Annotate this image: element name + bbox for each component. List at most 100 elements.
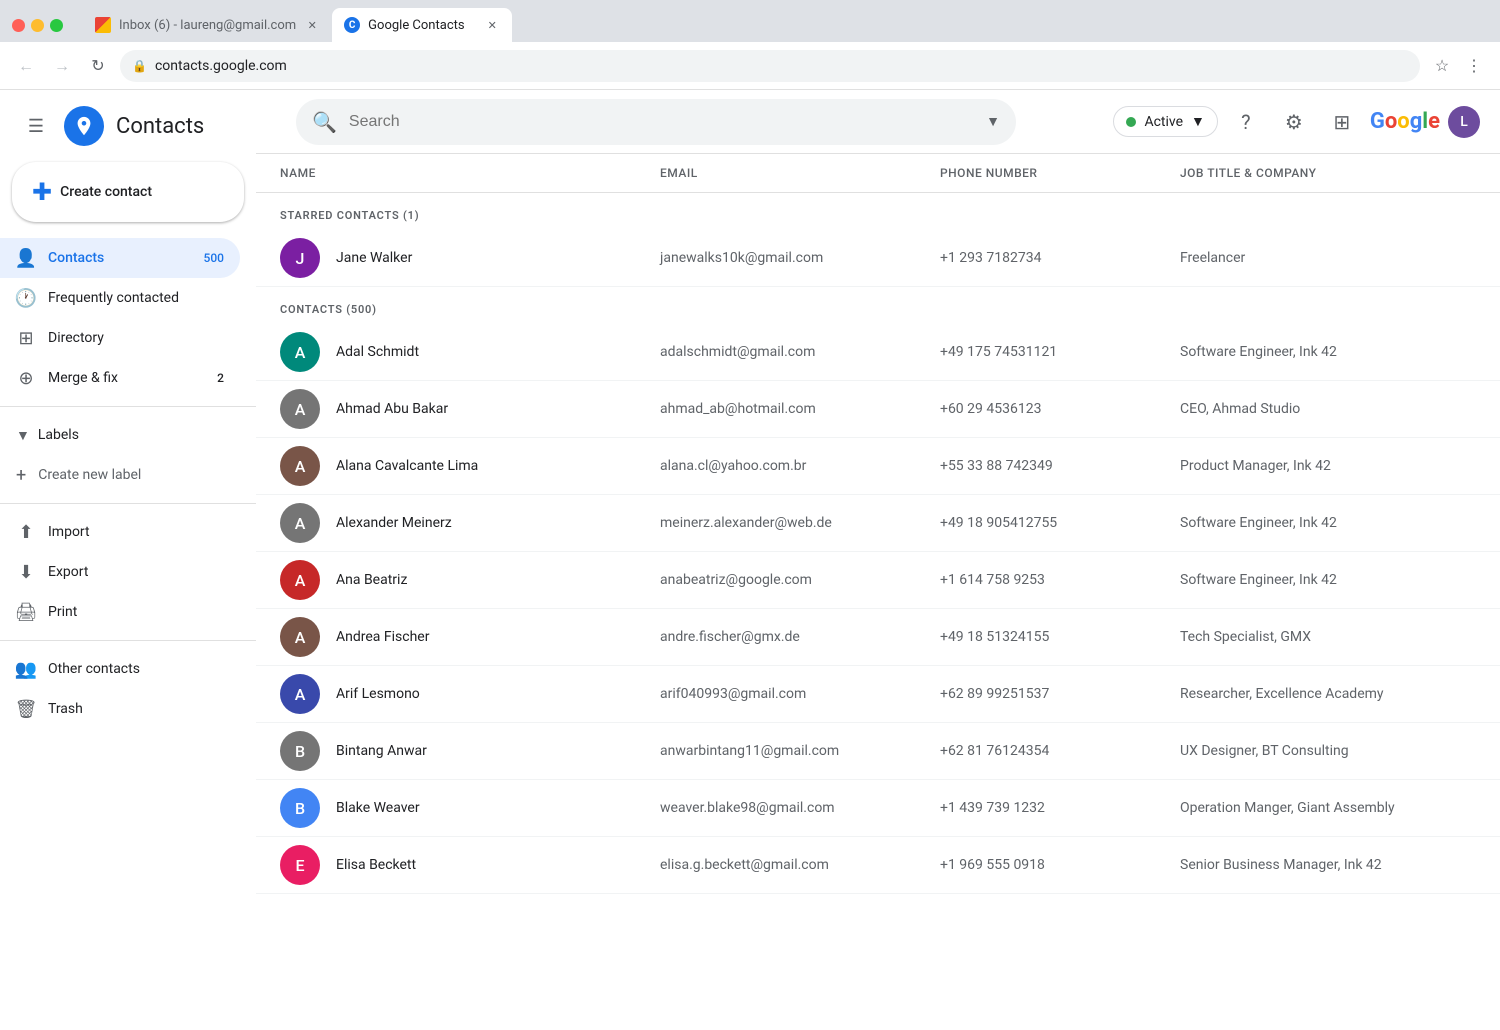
back-button[interactable]: ← <box>12 52 40 80</box>
apps-button[interactable]: ⊞ <box>1322 102 1362 142</box>
sidebar-contacts-label: Contacts <box>48 250 104 266</box>
create-contact-button[interactable]: ✚ Create contact <box>12 162 244 222</box>
app-logo <box>64 106 104 146</box>
contact-name: Andrea Fischer <box>336 629 429 645</box>
contact-phone: +62 81 76124354 <box>940 743 1180 759</box>
tab-contacts-close[interactable]: ✕ <box>484 17 500 33</box>
help-button[interactable]: ? <box>1226 102 1266 142</box>
contact-name-cell: A Adal Schmidt <box>280 332 660 372</box>
user-avatar[interactable]: L <box>1448 106 1480 138</box>
contact-row[interactable]: A Ana Beatriz anabeatriz@google.com +1 6… <box>256 552 1500 609</box>
contact-row[interactable]: A Alana Cavalcante Lima alana.cl@yahoo.c… <box>256 438 1500 495</box>
contact-row[interactable]: A Andrea Fischer andre.fischer@gmx.de +4… <box>256 609 1500 666</box>
settings-button[interactable]: ⚙ <box>1274 102 1314 142</box>
search-input[interactable] <box>349 113 974 131</box>
contact-phone: +49 18 905412755 <box>940 515 1180 531</box>
sidebar-item-frequently[interactable]: 🕐 Frequently contacted <box>0 278 240 318</box>
minimize-window-btn[interactable] <box>31 19 44 32</box>
hamburger-menu[interactable]: ☰ <box>16 106 56 146</box>
sidebar-item-import[interactable]: ⬆ Import <box>0 512 240 552</box>
contact-job: Software Engineer, Ink 42 <box>1180 515 1476 531</box>
status-button[interactable]: Active ▼ <box>1113 106 1217 137</box>
col-name: Name <box>280 166 660 180</box>
search-input-wrap: 🔍 ▼ <box>296 99 1016 145</box>
create-contact-label: Create contact <box>60 184 152 200</box>
sidebar-divider-1 <box>0 406 256 407</box>
sidebar-item-directory[interactable]: ⊞ Directory <box>0 318 240 358</box>
sidebar-item-other-contacts[interactable]: 👥 Other contacts <box>0 649 240 689</box>
search-dropdown-icon[interactable]: ▼ <box>986 113 1000 130</box>
contact-email: adalschmidt@gmail.com <box>660 344 940 360</box>
print-icon: 🖨 <box>16 602 36 623</box>
sidebar-other-contacts-label: Other contacts <box>48 661 140 677</box>
sidebar-trash-label: Trash <box>48 701 83 717</box>
avatar: J <box>280 238 320 278</box>
contact-job: Researcher, Excellence Academy <box>1180 686 1476 702</box>
labels-section-label: Labels <box>38 427 79 443</box>
browser-toolbar: ← → ↻ 🔒 contacts.google.com ☆ ⋮ <box>0 42 1500 90</box>
contacts-table: Name Email Phone number Job title & comp… <box>256 154 1500 894</box>
contacts-favicon: C <box>344 17 360 33</box>
contacts-section-label: CONTACTS (500) <box>256 287 1500 324</box>
contact-name-cell: E Elisa Beckett <box>280 845 660 885</box>
sidebar-item-print[interactable]: 🖨 Print <box>0 592 240 632</box>
avatar: A <box>280 503 320 543</box>
sidebar-item-export[interactable]: ⬇ Export <box>0 552 240 592</box>
status-dropdown-icon: ▼ <box>1191 113 1205 130</box>
tab-gmail-label: Inbox (6) - laureng@gmail.com <box>119 18 296 33</box>
contact-email: anabeatriz@google.com <box>660 572 940 588</box>
avatar: A <box>280 332 320 372</box>
tab-gmail-close[interactable]: ✕ <box>304 17 320 33</box>
sidebar-item-contacts[interactable]: 👤 Contacts 500 <box>0 238 240 278</box>
sidebar-divider-2 <box>0 503 256 504</box>
contact-phone: +62 89 99251537 <box>940 686 1180 702</box>
avatar: A <box>280 674 320 714</box>
lock-icon: 🔒 <box>132 59 147 73</box>
contact-email: janewalks10k@gmail.com <box>660 250 940 266</box>
help-icon: ? <box>1241 110 1250 134</box>
contact-email: anwarbintang11@gmail.com <box>660 743 940 759</box>
browser-menu-button[interactable]: ⋮ <box>1460 52 1488 80</box>
apps-grid-icon: ⊞ <box>1333 110 1350 134</box>
contact-row[interactable]: A Ahmad Abu Bakar ahmad_ab@hotmail.com +… <box>256 381 1500 438</box>
contact-phone: +1 439 739 1232 <box>940 800 1180 816</box>
contact-row[interactable]: B Blake Weaver weaver.blake98@gmail.com … <box>256 780 1500 837</box>
close-window-btn[interactable] <box>12 19 25 32</box>
sidebar-export-label: Export <box>48 564 88 580</box>
star-button[interactable]: ☆ <box>1428 52 1456 80</box>
tab-gmail[interactable]: Inbox (6) - laureng@gmail.com ✕ <box>83 8 332 42</box>
refresh-button[interactable]: ↻ <box>84 52 112 80</box>
contact-row[interactable]: B Bintang Anwar anwarbintang11@gmail.com… <box>256 723 1500 780</box>
address-text: contacts.google.com <box>155 58 287 74</box>
history-icon: 🕐 <box>16 288 36 309</box>
status-label: Active <box>1144 114 1183 130</box>
contact-name: Alexander Meinerz <box>336 515 452 531</box>
trash-icon: 🗑 <box>16 699 36 720</box>
contact-row[interactable]: A Arif Lesmono arif040993@gmail.com +62 … <box>256 666 1500 723</box>
plus-icon: + <box>16 465 26 486</box>
gear-icon: ⚙ <box>1285 110 1303 134</box>
sidebar-bottom-nav: ⬆ Import ⬇ Export 🖨 Print <box>0 512 256 632</box>
forward-button[interactable]: → <box>48 52 76 80</box>
contact-row[interactable]: A Alexander Meinerz meinerz.alexander@we… <box>256 495 1500 552</box>
contact-email: weaver.blake98@gmail.com <box>660 800 940 816</box>
contact-job: Operation Manger, Giant Assembly <box>1180 800 1476 816</box>
maximize-window-btn[interactable] <box>50 19 63 32</box>
contact-row[interactable]: J Jane Walker janewalks10k@gmail.com +1 … <box>256 230 1500 287</box>
contact-name-cell: A Alana Cavalcante Lima <box>280 446 660 486</box>
contact-name: Blake Weaver <box>336 800 420 816</box>
create-label-button[interactable]: + Create new label <box>0 455 240 495</box>
tab-contacts[interactable]: C Google Contacts ✕ <box>332 8 512 42</box>
labels-section-toggle[interactable]: ▼ Labels <box>0 415 256 455</box>
chevron-down-icon: ▼ <box>16 427 30 444</box>
contact-job: Tech Specialist, GMX <box>1180 629 1476 645</box>
sidebar-item-trash[interactable]: 🗑 Trash <box>0 689 240 729</box>
contact-phone: +1 614 758 9253 <box>940 572 1180 588</box>
contact-row[interactable]: A Adal Schmidt adalschmidt@gmail.com +49… <box>256 324 1500 381</box>
contact-phone: +1 293 7182734 <box>940 250 1180 266</box>
contact-row[interactable]: E Elisa Beckett elisa.g.beckett@gmail.co… <box>256 837 1500 894</box>
address-bar[interactable]: 🔒 contacts.google.com <box>120 50 1420 82</box>
col-email: Email <box>660 166 940 180</box>
sidebar-item-merge[interactable]: ⊕ Merge & fix 2 <box>0 358 240 398</box>
status-dot <box>1126 117 1136 127</box>
